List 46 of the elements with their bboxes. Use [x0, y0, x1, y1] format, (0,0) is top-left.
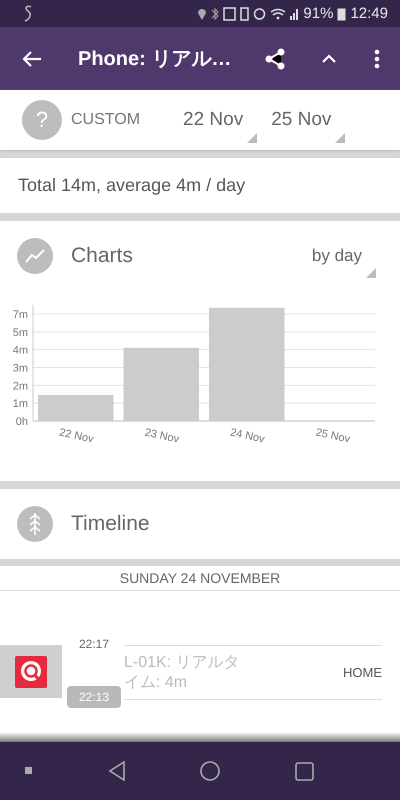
help-icon: ?	[22, 100, 62, 140]
range-mode: CUSTOM	[71, 111, 142, 129]
share-icon[interactable]	[264, 48, 286, 70]
y-tick-label: 3m	[12, 362, 28, 374]
collapse-chevron-icon[interactable]	[322, 54, 336, 63]
end-time: 22:17	[79, 637, 110, 651]
y-tick-label: 2m	[12, 380, 28, 392]
x-tick-label: 25 Nov	[314, 426, 352, 446]
y-tick-label: 4m	[12, 344, 28, 357]
timeline-icon	[17, 506, 53, 542]
entry-label: L-01K: リアルタイム: 4m	[124, 652, 241, 692]
clock: 12:49	[350, 5, 388, 22]
x-tick-label: 24 Nov	[229, 426, 266, 446]
battery-icon	[337, 6, 346, 20]
x-tick-label: 22 Nov	[58, 426, 95, 446]
timeline-heading: Timeline	[71, 512, 150, 536]
y-tick-label: 7m	[12, 309, 28, 321]
x-tick-label: 23 Nov	[144, 426, 180, 446]
signal-icon	[290, 8, 300, 20]
place-label: HOME	[343, 665, 382, 680]
nfc-icon	[223, 6, 236, 20]
y-tick-label: 1m	[12, 398, 28, 410]
usage-summary: Total 14m, average 4m / day	[18, 175, 246, 196]
start-time-badge: 22:13	[67, 686, 122, 708]
bluetooth-icon	[211, 6, 220, 20]
grouping-dropdown[interactable]: by day	[300, 246, 378, 278]
home-icon[interactable]	[200, 761, 220, 781]
app-tile[interactable]	[0, 645, 62, 698]
charts-heading: Charts	[71, 244, 133, 268]
y-tick-label: 0h	[16, 416, 28, 428]
more-options-icon[interactable]	[374, 48, 380, 68]
recents-icon[interactable]	[294, 762, 314, 780]
from-date-dropdown[interactable]: 22 Nov	[171, 109, 260, 143]
back-arrow-icon[interactable]	[22, 50, 42, 68]
back-icon[interactable]	[108, 761, 126, 781]
day-header: SUNDAY 24 NOVEMBER	[120, 570, 280, 586]
to-date-dropdown[interactable]: 25 Nov	[259, 109, 348, 143]
location-icon	[197, 6, 208, 20]
y-tick-label: 5m	[12, 326, 28, 339]
vibrate-icon	[240, 6, 250, 20]
app-icon	[15, 656, 47, 688]
wifi-icon	[270, 7, 286, 20]
alarm-icon	[253, 7, 266, 20]
chart-icon	[17, 238, 53, 274]
window-title: Phone: リアル…	[78, 47, 232, 72]
battery-percent: 91%	[303, 5, 334, 22]
